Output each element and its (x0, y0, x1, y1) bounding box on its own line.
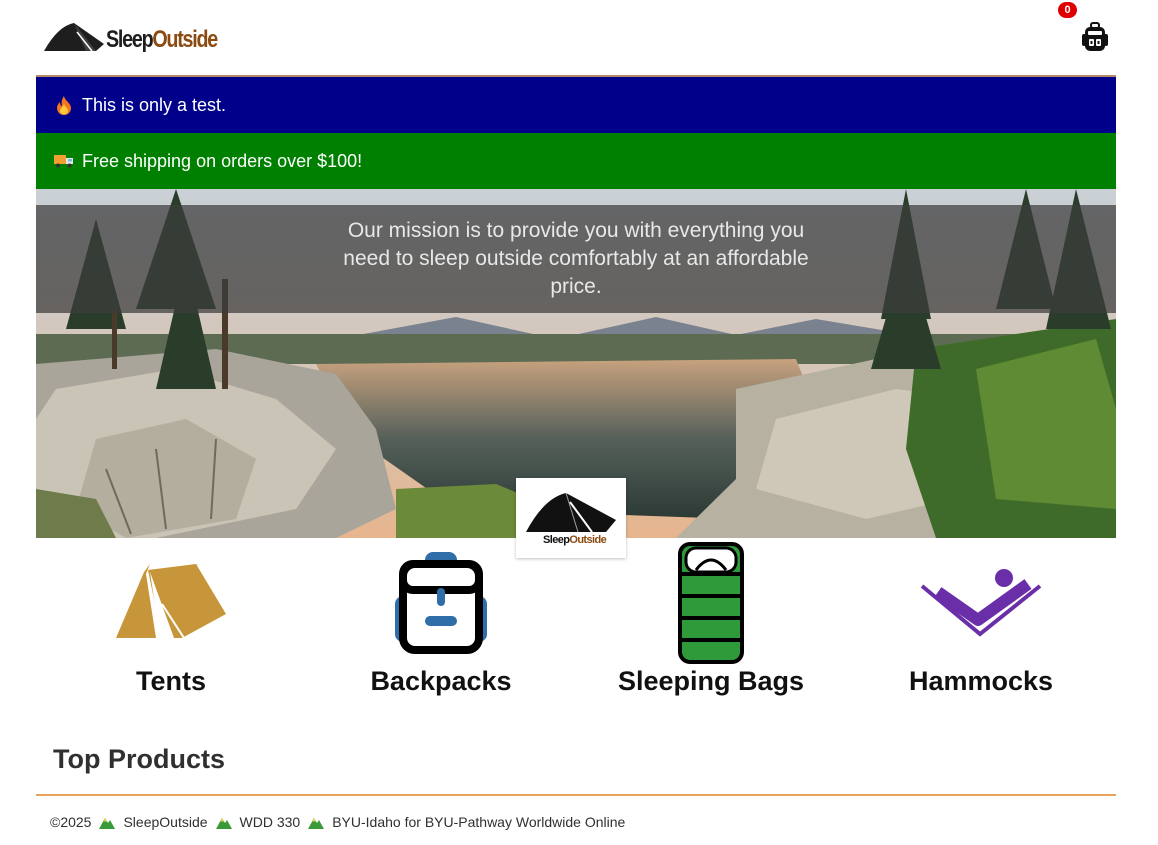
site-footer: ©2025 SleepOutside WDD 330 BYU-Idaho for… (36, 794, 1116, 830)
mountain-icon (215, 815, 234, 829)
logo-text-sleep: Sleep (106, 26, 154, 53)
hero-logo-text-sleep: Sleep (543, 534, 570, 546)
mission-statement: Our mission is to provide you with every… (36, 205, 1116, 313)
category-label: Sleeping Bags (617, 666, 805, 696)
backpack-cart-icon (1082, 22, 1108, 51)
hero-logo-text: SleepOutside (543, 534, 607, 546)
footer-item-sleepoutside: SleepOutside (123, 814, 208, 830)
category-label: Hammocks (908, 666, 1054, 696)
site-header: SleepOutside (36, 0, 1116, 77)
hero-logo-text-outside: Outside (569, 534, 607, 546)
fire-icon (54, 95, 74, 115)
sleeping-bag-icon (678, 542, 744, 664)
logo-text-outside: Outside (152, 26, 218, 53)
alert-banner-text: This is only a test. (82, 94, 227, 115)
category-backpacks[interactable]: Backpacks (306, 538, 576, 708)
alert-banner-test: This is only a test. (36, 77, 1116, 133)
hammock-icon (920, 569, 1042, 637)
footer-item-school: BYU-Idaho for BYU-Pathway Worldwide Onli… (332, 814, 626, 830)
hero-logo-tent-icon (526, 492, 616, 532)
tent-icon (116, 564, 226, 639)
category-label: Tents (135, 666, 206, 696)
logo-text: SleepOutside (106, 26, 218, 53)
site-logo[interactable]: SleepOutside (44, 22, 241, 52)
footer-item-course: WDD 330 (239, 814, 301, 830)
top-products-heading: Top Products (53, 744, 225, 774)
footer-copyright: ©2025 (50, 814, 92, 830)
mountain-icon (308, 815, 326, 829)
alert-banner-text: Free shipping on orders over $100! (82, 150, 363, 171)
cart-button[interactable] (1082, 22, 1108, 52)
mountain-icon (99, 815, 117, 829)
category-label: Backpacks (370, 666, 512, 696)
category-tents[interactable]: Tents (36, 538, 306, 708)
delivery-truck-icon (54, 151, 74, 171)
hero-logo-badge: SleepOutside (516, 478, 626, 558)
alert-banner-shipping: Free shipping on orders over $100! (36, 133, 1116, 189)
backpack-icon (395, 552, 487, 654)
logo-tent-icon (44, 23, 104, 52)
category-sleeping-bags[interactable]: Sleeping Bags (576, 538, 846, 708)
product-categories: Tents Backpacks Sleeping Bags Hammocks (36, 538, 1116, 708)
cart-count-badge: 0 (1058, 2, 1077, 18)
category-hammocks[interactable]: Hammocks (846, 538, 1116, 708)
